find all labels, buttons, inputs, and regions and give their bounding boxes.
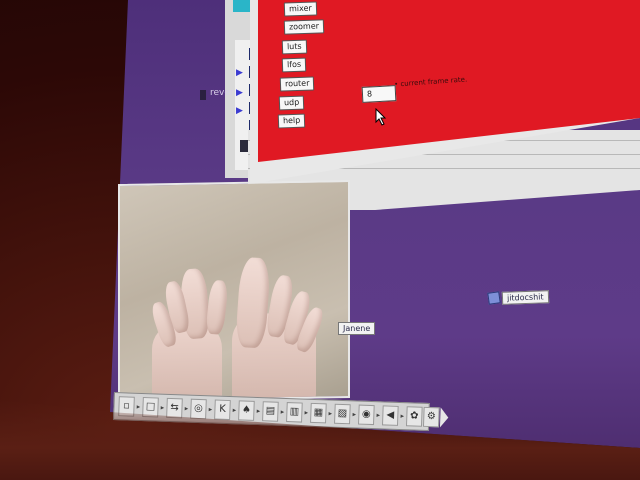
disclosure-arrow-icon[interactable]: ▶	[236, 106, 243, 116]
patch-object-udp[interactable]: udp	[278, 95, 305, 111]
control-strip-item[interactable]: ▦	[310, 402, 327, 424]
reverb-label[interactable]: rever	[210, 88, 234, 98]
chevron-right-icon: ▸	[376, 411, 381, 420]
desktop-label-janene[interactable]: Janene	[338, 322, 376, 335]
toe	[205, 279, 229, 335]
chevron-right-icon: ▸	[400, 412, 405, 421]
document-icon[interactable]	[487, 291, 501, 305]
chevron-right-icon: ▸	[256, 406, 261, 416]
frame-rate-number-box[interactable]: 8	[361, 85, 397, 103]
control-strip-item[interactable]: ▤	[262, 401, 279, 422]
patch-object-luts[interactable]: luts	[281, 39, 307, 55]
control-strip-item[interactable]: ⚙	[422, 406, 440, 428]
chevron-right-icon: ▸	[184, 404, 189, 413]
patch-object-zoomer[interactable]: zoomer	[283, 19, 325, 35]
chevron-right-icon: ▸	[352, 410, 357, 419]
patch-object-router[interactable]: router	[279, 76, 315, 92]
chevron-right-icon: ▸	[136, 402, 141, 411]
control-strip-item[interactable]: ▧	[334, 403, 351, 425]
disclosure-arrow-icon[interactable]: ▶	[236, 68, 243, 78]
chevron-right-icon: ▸	[160, 403, 165, 412]
disclosure-arrow-icon[interactable]: ▶	[236, 88, 243, 98]
control-strip-item[interactable]: ✿	[405, 406, 423, 427]
reverb-icon[interactable]	[200, 90, 206, 100]
chevron-right-icon: ▸	[328, 409, 333, 418]
desktop-label-jitdocshit[interactable]: jitdocshit	[501, 290, 549, 305]
video-window	[118, 179, 350, 403]
chevron-right-icon: ▸	[232, 406, 237, 415]
chevron-right-icon: ▸	[208, 405, 213, 414]
mouse-pointer-icon	[375, 108, 387, 126]
control-strip-item[interactable]: ▥	[286, 402, 303, 423]
control-strip-item[interactable]: ◀	[381, 405, 399, 426]
patch-object-help[interactable]: help	[277, 113, 306, 129]
control-strip-item[interactable]: ◎	[190, 398, 207, 420]
control-strip-tab[interactable]	[439, 407, 449, 428]
control-strip-item[interactable]: K	[214, 399, 231, 421]
patch-object-lfos[interactable]: lfos	[281, 57, 307, 73]
chevron-right-icon: ▸	[280, 407, 285, 416]
chevron-right-icon: ▸	[304, 408, 309, 417]
control-strip-item[interactable]: ⇆	[166, 397, 183, 419]
control-strip-item[interactable]: ♠	[238, 400, 255, 421]
patch-object-mixer[interactable]: mixer	[283, 1, 317, 17]
control-strip-item[interactable]: ◉	[358, 404, 375, 426]
